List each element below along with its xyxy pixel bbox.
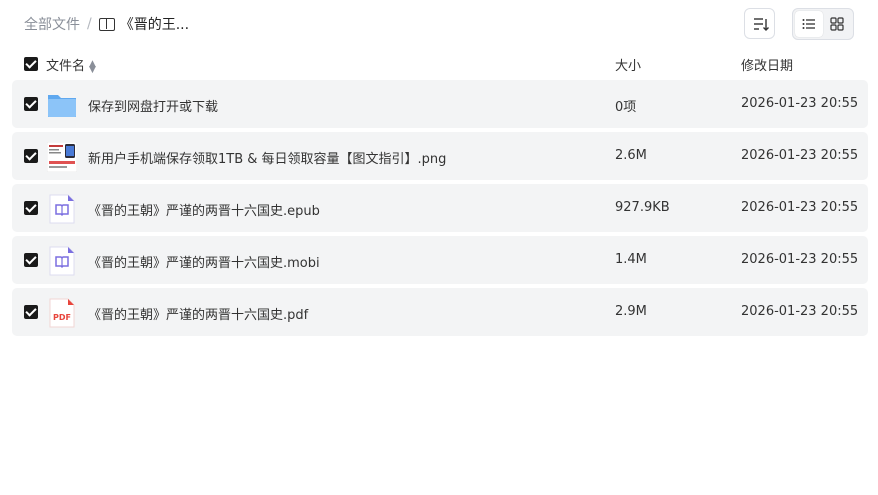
sort-list-icon — [754, 18, 769, 31]
folder-icon — [48, 95, 76, 117]
file-size: 1.4M — [615, 252, 647, 267]
column-name-label: 文件名 — [46, 59, 86, 74]
book-folder-icon — [98, 17, 115, 31]
select-all-checkbox[interactable] — [24, 57, 38, 71]
file-name[interactable]: 《晋的王朝》严谨的两晋十六国史.pdf — [88, 304, 308, 323]
file-name[interactable]: 《晋的王朝》严谨的两晋十六国史.mobi — [88, 252, 320, 271]
list-view-icon — [802, 19, 815, 29]
file-date: 2026-01-23 20:55 — [741, 200, 859, 215]
breadcrumb-separator: / — [87, 16, 92, 32]
file-size: 2.9M — [615, 304, 647, 319]
ebook-icon — [49, 194, 75, 224]
file-name[interactable]: 《晋的王朝》严谨的两晋十六国史.epub — [88, 200, 320, 219]
table-row[interactable]: 新用户手机端保存领取1TB & 每日领取容量【图文指引】.png 2.6M 20… — [12, 132, 868, 180]
pdf-icon-label: PDF — [53, 313, 71, 322]
file-date: 2026-01-23 20:55 — [741, 148, 859, 163]
table-row[interactable]: 保存到网盘打开或下载 0项 2026-01-23 20:55 — [12, 80, 868, 128]
column-name-header[interactable]: 文件名 ▲ ▼ — [46, 55, 96, 74]
table-row[interactable]: 《晋的王朝》严谨的两晋十六国史.mobi 1.4M 2026-01-23 20:… — [12, 236, 868, 284]
image-thumbnail — [47, 142, 77, 172]
list-view-button[interactable] — [795, 11, 823, 37]
file-date: 2026-01-23 20:55 — [741, 96, 859, 111]
row-checkbox[interactable] — [24, 253, 38, 267]
ebook-icon — [49, 246, 75, 276]
file-date: 2026-01-23 20:55 — [741, 304, 859, 319]
grid-view-button[interactable] — [823, 11, 851, 37]
file-size: 927.9KB — [615, 200, 670, 215]
table-header: 文件名 ▲ ▼ 大小 修改日期 — [12, 52, 868, 76]
file-size: 0项 — [615, 100, 637, 115]
file-size: 2.6M — [615, 148, 647, 163]
view-toggle — [792, 8, 854, 40]
table-row[interactable]: 《晋的王朝》严谨的两晋十六国史.epub 927.9KB 2026-01-23 … — [12, 184, 868, 232]
file-name[interactable]: 保存到网盘打开或下载 — [88, 96, 218, 115]
table-row[interactable]: PDF 《晋的王朝》严谨的两晋十六国史.pdf 2.9M 2026-01-23 … — [12, 288, 868, 336]
row-checkbox[interactable] — [24, 97, 38, 111]
file-name[interactable]: 新用户手机端保存领取1TB & 每日领取容量【图文指引】.png — [88, 148, 446, 167]
column-size-header[interactable]: 大小 — [615, 55, 641, 74]
column-date-header[interactable]: 修改日期 — [741, 55, 793, 74]
pdf-icon: PDF — [49, 298, 75, 328]
grid-view-icon — [830, 17, 844, 31]
breadcrumb-root[interactable]: 全部文件 — [24, 14, 80, 34]
file-list: 保存到网盘打开或下载 0项 2026-01-23 20:55 新用户手机端保存领… — [12, 80, 868, 340]
row-checkbox[interactable] — [24, 201, 38, 215]
sort-caret-icon: ▲ ▼ — [89, 58, 96, 75]
sort-button[interactable] — [744, 8, 775, 39]
breadcrumb-current: 《晋的王... — [119, 17, 190, 33]
row-checkbox[interactable] — [24, 305, 38, 319]
breadcrumb: 全部文件 / 《晋的王... — [24, 14, 189, 34]
file-date: 2026-01-23 20:55 — [741, 252, 859, 267]
row-checkbox[interactable] — [24, 149, 38, 163]
